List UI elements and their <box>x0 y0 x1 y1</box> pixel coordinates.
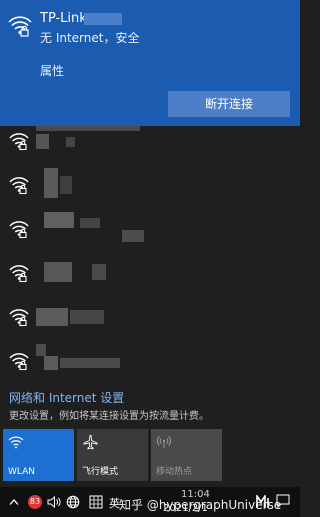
airplane-icon <box>83 435 98 450</box>
network-name-redaction <box>36 308 68 326</box>
network-name-redaction <box>66 137 75 147</box>
connection-status: 无 Internet，安全 <box>40 31 140 45</box>
airplane-mode-label: 飞行模式 <box>82 467 119 477</box>
network-flyout: TP-Link_ 无 Internet，安全 属性 断开连接 网络和 Inter… <box>0 0 300 481</box>
wifi-secured-icon <box>9 265 29 283</box>
wifi-secured-icon <box>9 353 29 371</box>
globe-network-icon[interactable] <box>66 495 80 509</box>
wifi-secured-icon <box>8 16 32 37</box>
network-item[interactable] <box>0 296 300 340</box>
hotspot-icon <box>157 436 171 448</box>
wifi-secured-icon <box>9 177 29 195</box>
speaker-icon[interactable] <box>47 496 61 508</box>
mobile-hotspot-label: 移动热点 <box>156 467 193 477</box>
network-name-redaction <box>44 168 58 198</box>
network-name-redaction <box>60 358 120 368</box>
network-name-redaction <box>80 218 100 228</box>
wlan-toggle[interactable]: WLAN <box>3 429 74 481</box>
network-name-redaction <box>36 344 46 356</box>
network-name-redaction <box>60 176 72 194</box>
airplane-mode-toggle[interactable]: 飞行模式 <box>77 429 148 481</box>
network-name-redaction <box>44 262 72 282</box>
network-name-redaction <box>44 356 58 370</box>
action-center-icon[interactable] <box>276 494 290 508</box>
quick-actions: WLAN 飞行模式 移动热点 <box>3 429 297 481</box>
wifi-secured-icon <box>9 221 29 239</box>
app-tray-icon[interactable] <box>256 495 272 509</box>
network-item[interactable] <box>0 252 300 296</box>
network-name-redaction <box>70 310 104 324</box>
mobile-hotspot-toggle[interactable]: 移动热点 <box>151 429 222 481</box>
network-item[interactable] <box>0 164 300 208</box>
network-name-redaction <box>44 212 74 228</box>
wlan-label: WLAN <box>8 467 36 477</box>
grid-apps-icon[interactable] <box>89 495 103 509</box>
network-item[interactable] <box>0 120 300 164</box>
network-name-redaction <box>122 230 144 242</box>
network-item[interactable] <box>0 208 300 252</box>
properties-link[interactable]: 属性 <box>40 62 64 79</box>
wifi-secured-icon <box>9 309 29 327</box>
network-name-redaction <box>92 264 106 280</box>
network-name-redaction <box>36 126 140 131</box>
disconnect-button[interactable]: 断开连接 <box>168 91 290 117</box>
chevron-up-icon[interactable] <box>9 498 19 506</box>
network-item[interactable] <box>0 340 300 384</box>
network-settings-description: 更改设置，例如将某连接设置为按流量计费。 <box>9 411 209 422</box>
wifi-icon <box>8 436 24 449</box>
taskbar: 83 英 11:04 2021/2/1 知乎 @hypergraphUniver… <box>0 487 300 517</box>
ssid-redaction <box>84 13 122 25</box>
connected-network[interactable]: TP-Link_ 无 Internet，安全 属性 断开连接 <box>0 0 300 126</box>
wifi-secured-icon <box>9 133 29 151</box>
network-settings-link[interactable]: 网络和 Internet 设置 <box>9 389 124 406</box>
network-name-redaction <box>36 134 49 149</box>
notification-count-badge[interactable]: 83 <box>28 495 42 509</box>
